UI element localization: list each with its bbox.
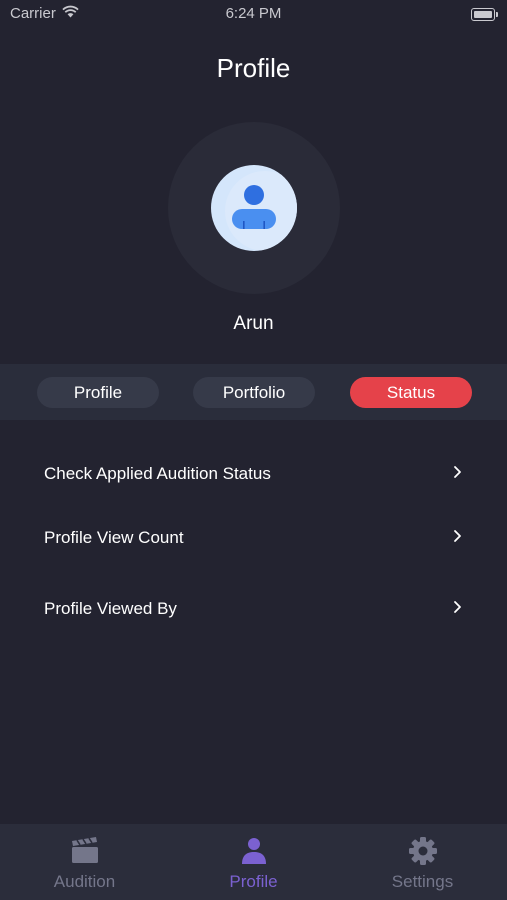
tab-settings[interactable]: Settings [338, 824, 507, 900]
tab-label: Settings [391, 872, 454, 891]
tab-label: Profile [229, 872, 278, 891]
page-title: Profile [216, 53, 291, 83]
battery-icon [471, 8, 498, 21]
status-bar: Carrier 6:24 PM [0, 0, 507, 28]
menu-item-label: Profile View Count [44, 528, 184, 547]
tab-audition[interactable]: Audition [0, 824, 169, 900]
segment-bar: Profile Portfolio Status [0, 364, 507, 420]
menu-item-label: Profile Viewed By [44, 599, 177, 618]
segment-profile[interactable]: Profile [37, 377, 159, 408]
chevron-right-icon [452, 465, 462, 484]
tab-label: Audition [53, 872, 116, 891]
chevron-right-icon [452, 529, 462, 548]
user-name: Arun [233, 313, 274, 334]
chevron-right-icon [452, 600, 462, 619]
menu-item-profile-view-count[interactable]: Profile View Count [0, 518, 507, 558]
tab-profile[interactable]: Profile [169, 824, 338, 900]
segment-portfolio[interactable]: Portfolio [193, 377, 315, 408]
person-icon [239, 836, 269, 866]
gear-icon [408, 836, 438, 866]
clock: 6:24 PM [225, 5, 282, 22]
menu-item-label: Check Applied Audition Status [44, 464, 271, 483]
bottom-tab-bar: Audition Profile Settings [0, 824, 507, 900]
person-icon [225, 171, 297, 251]
menu-item-profile-viewed-by[interactable]: Profile Viewed By [0, 589, 507, 629]
clapperboard-icon [70, 836, 100, 866]
avatar[interactable] [211, 165, 297, 251]
menu-item-applied-audition-status[interactable]: Check Applied Audition Status [0, 454, 507, 494]
segment-status[interactable]: Status [350, 377, 472, 408]
